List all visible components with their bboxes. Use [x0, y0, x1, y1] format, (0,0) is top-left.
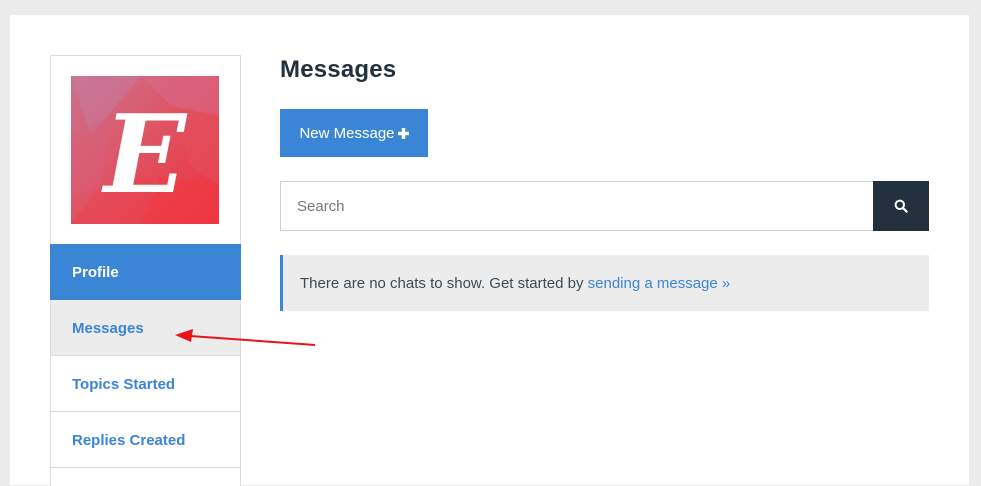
empty-chats-notice: There are no chats to show. Get started …	[280, 255, 929, 311]
avatar-letter: E	[101, 92, 188, 218]
new-message-label: New Message	[299, 124, 395, 142]
notice-text: There are no chats to show. Get started …	[300, 275, 588, 292]
sidebar-item-messages[interactable]: Messages	[50, 300, 241, 356]
search-input[interactable]	[280, 181, 874, 231]
new-message-button[interactable]: New Message	[280, 109, 428, 157]
search-icon	[894, 199, 908, 213]
avatar: E	[71, 76, 219, 224]
send-message-link[interactable]: sending a message »	[588, 275, 731, 292]
sidebar-item-profile[interactable]: Profile	[50, 244, 241, 300]
search-button[interactable]	[873, 181, 929, 231]
page-title: Messages	[280, 56, 397, 83]
profile-sidebar: E Profile Messages Topics Started Replie…	[50, 55, 241, 486]
plus-icon	[397, 125, 409, 142]
sidebar-item-replies-created[interactable]: Replies Created	[50, 412, 241, 468]
sidebar-item-topics-started[interactable]: Topics Started	[50, 356, 241, 412]
sidebar-nav: Profile Messages Topics Started Replies …	[50, 244, 241, 468]
search-bar	[280, 181, 929, 231]
